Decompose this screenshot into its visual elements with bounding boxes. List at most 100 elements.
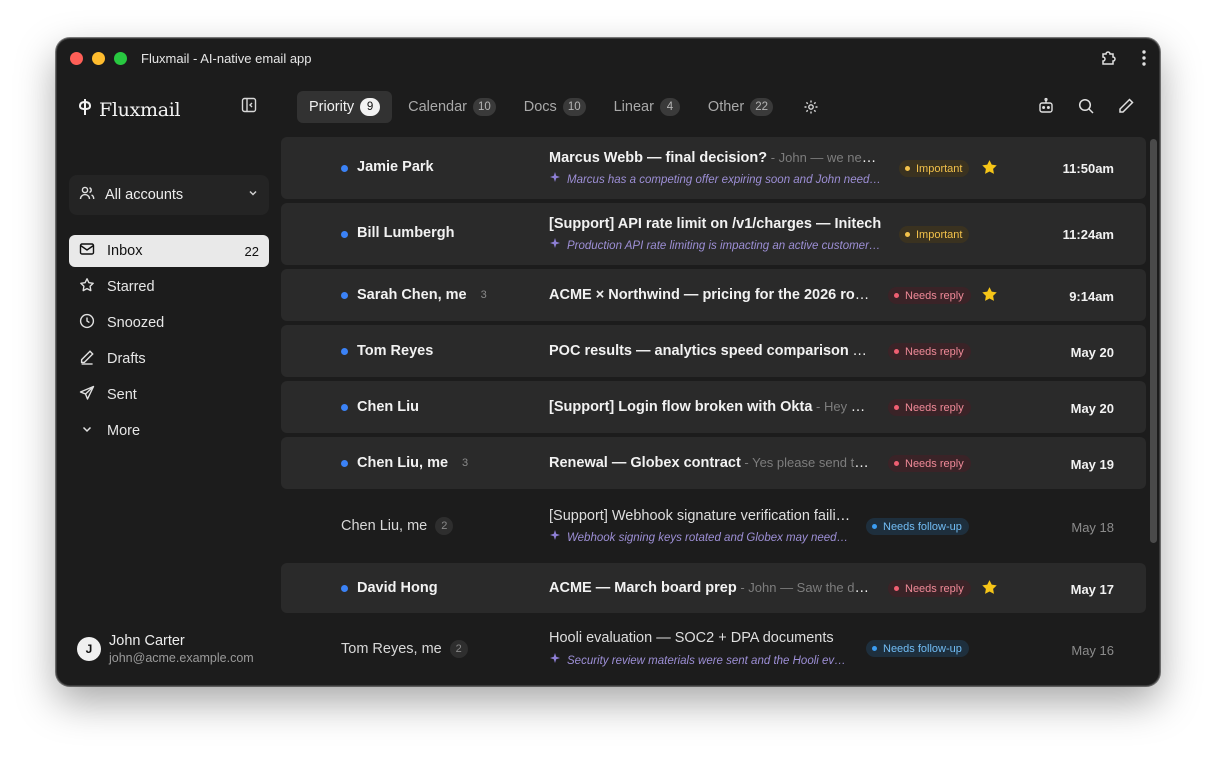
fluxmail-logo-icon xyxy=(77,97,93,122)
email-time: May 20 xyxy=(1070,345,1114,360)
email-row[interactable]: Bill Lumbergh [Support] API rate limit o… xyxy=(281,203,1146,265)
email-subject: Renewal — Globex contract - Yes please s… xyxy=(549,455,871,471)
email-subject: POC results — analytics speed comparison… xyxy=(549,343,871,359)
tab-count: 10 xyxy=(472,98,496,116)
chevron-down-icon xyxy=(247,186,259,204)
account-switcher[interactable]: All accounts xyxy=(69,175,269,215)
current-user[interactable]: J John Carter john@acme.example.com xyxy=(77,633,254,665)
tab-label: Linear xyxy=(613,99,654,115)
star-filled-icon[interactable] xyxy=(981,286,998,308)
email-subject: [Support] API rate limit on /v1/charges … xyxy=(549,216,882,232)
sidebar-item-label: Starred xyxy=(107,279,155,295)
tab-other[interactable]: Other 22 xyxy=(696,91,785,123)
tab-label: Calendar xyxy=(408,99,467,115)
label-badge: Needs reply xyxy=(888,455,971,472)
clock-icon xyxy=(79,313,95,333)
sidebar-item-starred[interactable]: Starred xyxy=(69,271,269,303)
email-row[interactable]: Chen Liu [Support] Login flow broken wit… xyxy=(281,381,1146,433)
sidebar-item-more[interactable]: More xyxy=(69,415,269,447)
close-window-button[interactable] xyxy=(70,51,83,65)
tab-count: 9 xyxy=(360,98,381,116)
email-row[interactable]: David Hong ACME — March board prep - Joh… xyxy=(281,563,1146,613)
email-row[interactable]: Chen Liu, me 3 Renewal — Globex contract … xyxy=(281,437,1146,489)
email-subject: Hooli evaluation — SOC2 + DPA documents xyxy=(549,630,834,646)
user-name: John Carter xyxy=(109,633,185,649)
thread-count: 2 xyxy=(449,640,468,658)
label-badge: Important xyxy=(899,160,970,177)
user-email: john@acme.example.com xyxy=(109,651,254,665)
sidebar-item-drafts[interactable]: Drafts xyxy=(69,343,269,375)
sidebar-nav: Inbox 22 Starred Snoozed Drafts Sent Mor… xyxy=(69,235,269,451)
ai-summary: Webhook signing keys rotated and Globex … xyxy=(549,530,851,545)
window-controls xyxy=(70,51,127,65)
email-snippet: - Yes please send the updated terms xyxy=(744,455,871,470)
sidebar-item-inbox[interactable]: Inbox 22 xyxy=(69,235,269,267)
tab-calendar[interactable]: Calendar 10 xyxy=(396,91,508,123)
tab-priority[interactable]: Priority 9 xyxy=(297,91,393,123)
email-sender: Chen Liu, me 3 xyxy=(357,455,469,471)
tab-count: 22 xyxy=(750,98,773,116)
email-row[interactable]: Tom Reyes POC results — analytics speed … xyxy=(281,325,1146,377)
email-subject: Marcus Webb — final decision? - John — w… xyxy=(549,150,883,166)
email-time: 11:24am xyxy=(1062,227,1114,242)
email-snippet: - Here are the numbers xyxy=(852,343,871,358)
tab-label: Docs xyxy=(523,99,557,115)
tab-linear[interactable]: Linear 4 xyxy=(602,91,692,123)
email-time: May 17 xyxy=(1070,582,1114,597)
minimize-window-button[interactable] xyxy=(92,51,105,65)
sidebar-item-label: Drafts xyxy=(107,351,146,367)
thread-count: 2 xyxy=(435,517,454,535)
email-time: May 19 xyxy=(1070,457,1114,472)
account-switcher-label: All accounts xyxy=(105,187,184,203)
star-filled-icon[interactable] xyxy=(981,159,998,181)
tab-label: Other xyxy=(707,99,745,115)
email-row[interactable]: Chen Liu, me 2 [Support] Webhook signatur… xyxy=(281,493,1146,559)
tab-count: 10 xyxy=(562,98,586,116)
extensions-icon[interactable] xyxy=(1099,48,1119,68)
label-badge: Important xyxy=(899,226,970,243)
email-row[interactable]: Tom Reyes, me 2 Hooli evaluation — SOC2 +… xyxy=(281,617,1146,683)
collapse-sidebar-icon[interactable] xyxy=(241,97,257,118)
star-filled-icon[interactable] xyxy=(981,579,998,601)
unread-dot xyxy=(341,460,348,467)
email-list-scrollbar[interactable] xyxy=(1150,139,1157,543)
search-icon[interactable] xyxy=(1077,97,1095,115)
ai-summary: Security review materials were sent and … xyxy=(549,653,851,668)
label-badge: Needs reply xyxy=(888,580,971,597)
email-time: May 16 xyxy=(1071,643,1114,658)
sidebar-item-snoozed[interactable]: Snoozed xyxy=(69,307,269,339)
email-list: Jamie Park Marcus Webb — final decision?… xyxy=(281,137,1146,685)
thread-count: 3 xyxy=(480,289,487,301)
more-vertical-icon[interactable] xyxy=(1141,49,1147,67)
email-time: May 18 xyxy=(1071,520,1114,535)
email-sender: Sarah Chen, me 3 xyxy=(357,287,487,303)
email-row[interactable]: Jamie Park Marcus Webb — final decision?… xyxy=(281,137,1146,199)
unread-dot xyxy=(341,292,348,299)
sidebar-item-label: Inbox xyxy=(107,243,143,259)
brand: Fluxmail xyxy=(77,97,181,122)
chevron-down-icon xyxy=(79,421,95,441)
email-snippet: - John — Saw the deck draft xyxy=(740,580,871,595)
unread-dot xyxy=(341,165,348,172)
label-badge: Needs follow-up xyxy=(866,518,969,535)
email-time: May 20 xyxy=(1070,401,1114,416)
header-actions xyxy=(1037,97,1135,115)
email-snippet: - Hey — users are reporting xyxy=(816,399,871,414)
ai-assistant-icon[interactable] xyxy=(1037,97,1055,115)
label-badge: Needs follow-up xyxy=(866,640,969,657)
email-subject: ACME × Northwind — pricing for the 2026 … xyxy=(549,287,871,303)
unread-dot xyxy=(341,585,348,592)
unread-dot xyxy=(341,231,348,238)
tab-docs[interactable]: Docs 10 xyxy=(512,91,598,123)
maximize-window-button[interactable] xyxy=(114,51,127,65)
users-icon xyxy=(79,185,95,206)
gear-icon[interactable] xyxy=(803,99,819,115)
tab-count: 4 xyxy=(659,98,680,116)
email-subject: [Support] Webhook signature verification… xyxy=(549,508,851,524)
email-row[interactable]: Sarah Chen, me 3 ACME × Northwind — prici… xyxy=(281,269,1146,321)
sidebar-item-label: Sent xyxy=(107,387,137,403)
compose-icon[interactable] xyxy=(1117,97,1135,115)
title-bar: Fluxmail - AI-native email app xyxy=(57,39,1159,77)
sidebar-item-sent[interactable]: Sent xyxy=(69,379,269,411)
ai-summary: Production API rate limiting is impactin… xyxy=(549,238,883,253)
